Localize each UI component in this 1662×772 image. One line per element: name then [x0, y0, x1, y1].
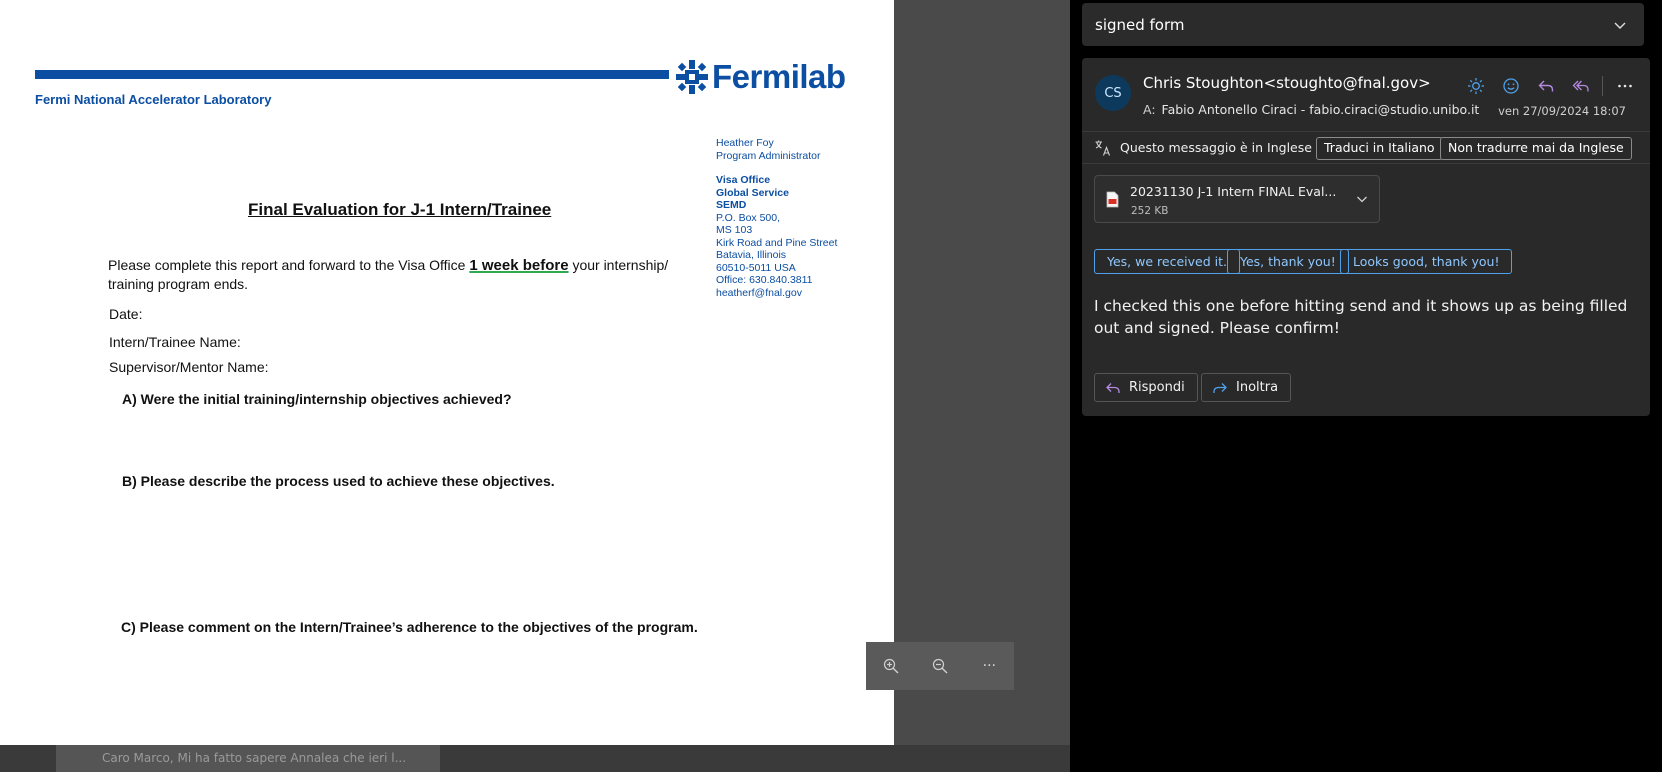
- contact-office-line: Visa Office: [716, 174, 771, 186]
- more-options-button[interactable]: ···: [969, 646, 1009, 686]
- quick-reply-suggestion[interactable]: Yes, thank you!: [1227, 249, 1349, 274]
- contact-address-line: P.O. Box 500,: [716, 211, 781, 224]
- contact-role: Program Administrator: [716, 149, 821, 162]
- document-title: Final Evaluation for J-1 Intern/Trainee: [248, 200, 552, 219]
- forward-button[interactable]: Inoltra: [1201, 373, 1292, 402]
- attachment-card[interactable]: 20231130 J-1 Intern FINAL Eval... 252 KB: [1094, 175, 1380, 223]
- intro-text: Please complete this report and forward …: [108, 257, 470, 273]
- recipient-label: A:: [1143, 102, 1156, 117]
- contact-email: heatherf@fnal.gov: [716, 286, 802, 299]
- field-date: Date:: [109, 306, 143, 322]
- reply-button[interactable]: Rispondi: [1094, 373, 1198, 402]
- chevron-down-icon[interactable]: [1612, 17, 1628, 33]
- avatar[interactable]: CS: [1095, 75, 1131, 111]
- message-body: I checked this one before hitting send a…: [1094, 297, 1628, 337]
- message-card: CS Chris Stoughton<stoughto@fnal.gov> A:…: [1082, 58, 1650, 416]
- forward-button-label: Inoltra: [1236, 380, 1279, 395]
- attachment-preview-document: Fermilab Fermi National Accelerator Labo…: [0, 0, 894, 745]
- fermilab-logo-icon: [676, 60, 708, 94]
- question-c: C) Please comment on the Intern/Trainee’…: [121, 619, 698, 635]
- reading-pane: signed form CS Chris Stoughton<stoughto@…: [1070, 0, 1662, 772]
- question-b: B) Please describe the process used to a…: [122, 473, 555, 489]
- actions-divider: [1602, 76, 1603, 96]
- message-actions: [1458, 72, 1642, 100]
- attachment-size: 252 KB: [1131, 205, 1169, 217]
- zoom-out-button[interactable]: [920, 646, 960, 686]
- contact-address-line: Kirk Road and Pine Street: [716, 236, 838, 249]
- contact-office-line: SEMD: [716, 199, 747, 211]
- quick-reply-suggestion[interactable]: Yes, we received it.: [1094, 249, 1240, 274]
- forward-icon: [1213, 382, 1227, 393]
- more-actions-button[interactable]: [1607, 72, 1642, 100]
- contact-address-line: Office: 630.840.3811: [716, 274, 813, 286]
- recipient-value[interactable]: Fabio Antonello Ciraci - fabio.ciraci@st…: [1162, 102, 1480, 117]
- conversation-subject: signed form: [1095, 15, 1185, 34]
- translation-bar: Questo messaggio è in Inglese Traduci in…: [1082, 131, 1650, 164]
- pdf-file-icon: [1106, 191, 1119, 208]
- question-a: A) Were the initial training/internship …: [122, 391, 512, 407]
- zoom-out-icon: [932, 658, 948, 674]
- reply-action-button[interactable]: [1528, 72, 1563, 100]
- recipient-line: A: Fabio Antonello Ciraci - fabio.ciraci@…: [1143, 102, 1479, 117]
- contact-block: Heather Foy Program Administrator Visa O…: [716, 137, 837, 299]
- app-root: Caro Marco, Mi ha fatto sapere Annalea c…: [0, 0, 1662, 772]
- contact-address-line: Batavia, Illinois: [716, 249, 787, 261]
- chevron-down-icon[interactable]: [1355, 192, 1369, 206]
- sender-name[interactable]: Chris Stoughton<stoughto@fnal.gov>: [1143, 74, 1431, 92]
- lab-name: Fermi National Accelerator Laboratory: [35, 92, 272, 107]
- message-preview-snippet[interactable]: Caro Marco, Mi ha fatto sapere Annalea c…: [56, 745, 440, 772]
- message-date: ven 27/09/2024 18:07: [1498, 104, 1626, 118]
- contact-address-line: MS 103: [716, 224, 753, 236]
- conversation-header[interactable]: signed form: [1082, 3, 1644, 46]
- reply-all-action-button[interactable]: [1563, 72, 1598, 100]
- contact-office-line: Global Service: [716, 186, 789, 199]
- reply-button-label: Rispondi: [1129, 380, 1185, 395]
- fermilab-logo: Fermilab: [676, 58, 846, 96]
- zoom-toolbar: ···: [866, 642, 1014, 690]
- summary-button[interactable]: [1458, 72, 1493, 100]
- document-intro: Please complete this report and forward …: [108, 256, 698, 294]
- letterhead-bar: [35, 70, 669, 79]
- never-translate-button[interactable]: Non tradurre mai da Inglese: [1440, 137, 1632, 160]
- contact-name: Heather Foy: [716, 137, 774, 149]
- attachment-name: 20231130 J-1 Intern FINAL Eval...: [1130, 184, 1337, 199]
- sun-icon: [1467, 78, 1484, 94]
- zoom-in-icon: [883, 658, 899, 674]
- reply-all-icon: [1572, 80, 1589, 92]
- field-intern-name: Intern/Trainee Name:: [109, 334, 241, 350]
- more-horizontal-icon: [1617, 84, 1632, 88]
- contact-address-line: 60510-5011 USA: [716, 261, 796, 274]
- intro-highlight: 1 week before: [469, 257, 569, 274]
- reply-icon: [1106, 382, 1120, 393]
- react-button[interactable]: [1493, 72, 1528, 100]
- fermilab-wordmark: Fermilab: [712, 58, 846, 95]
- smiley-icon: [1502, 78, 1519, 94]
- translate-icon: [1095, 140, 1111, 156]
- field-supervisor-name: Supervisor/Mentor Name:: [109, 359, 269, 375]
- translation-notice: Questo messaggio è in Inglese: [1120, 140, 1312, 155]
- quick-reply-suggestion[interactable]: Looks good, thank you!: [1340, 249, 1513, 274]
- zoom-in-button[interactable]: [871, 646, 911, 686]
- reply-icon: [1538, 80, 1553, 92]
- translate-button[interactable]: Traduci in Italiano: [1316, 137, 1443, 160]
